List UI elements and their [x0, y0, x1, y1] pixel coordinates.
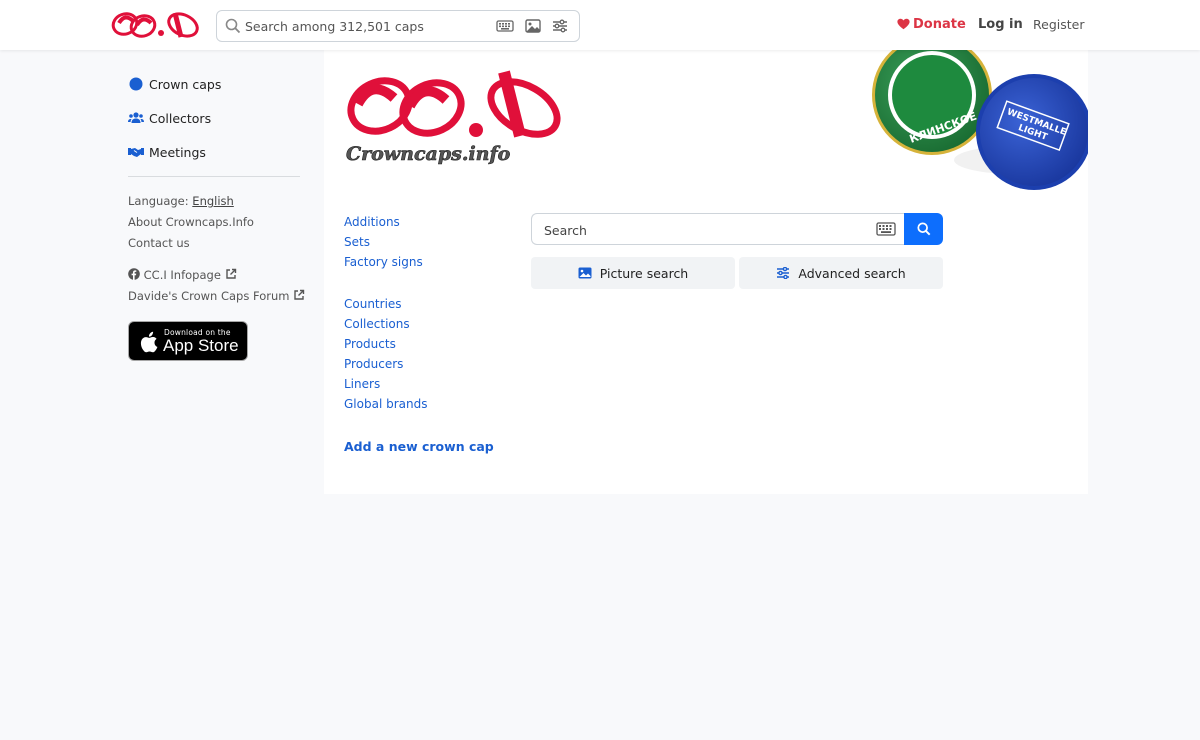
picture-search-button[interactable]: Picture search: [531, 257, 735, 289]
keyboard-icon[interactable]: [496, 18, 514, 34]
external-link-icon: [294, 289, 305, 300]
sidebar-item-meetings[interactable]: Meetings: [128, 142, 206, 162]
users-icon: [128, 111, 144, 125]
link-products[interactable]: Products: [344, 337, 396, 351]
keyboard-icon[interactable]: [876, 222, 896, 236]
top-navbar: Donate Log in Register: [0, 0, 1200, 50]
link-sets[interactable]: Sets: [344, 235, 370, 249]
main-panel: Crowncaps.info КЛИНСКОЕ WESTMALLE LIGHT …: [324, 40, 1088, 494]
donate-link[interactable]: Donate: [897, 17, 966, 32]
sidebar-item-label: Collectors: [149, 110, 212, 126]
sidebar-item-label: Meetings: [149, 144, 206, 160]
link-countries[interactable]: Countries: [344, 297, 402, 311]
crown-caps-image: КЛИНСКОЕ WESTMALLE LIGHT: [872, 40, 1088, 190]
main-search-input[interactable]: [544, 220, 864, 240]
search-icon: [225, 18, 241, 34]
forum-link[interactable]: Davide's Crown Caps Forum: [128, 289, 305, 303]
login-link[interactable]: Log in: [978, 17, 1023, 32]
external-link-icon: [225, 268, 236, 279]
sidebar-item-crown-caps[interactable]: Crown caps: [128, 74, 221, 94]
main-search-field[interactable]: [531, 213, 905, 245]
apple-icon: [140, 331, 158, 353]
sidebar-item-collectors[interactable]: Collectors: [128, 108, 211, 128]
link-additions[interactable]: Additions: [344, 215, 400, 229]
header-search-input[interactable]: [245, 15, 495, 37]
language-link[interactable]: English: [192, 194, 234, 208]
language-selector: Language: English: [128, 194, 234, 208]
picture-search-label: Picture search: [599, 265, 689, 281]
main-search-button[interactable]: [904, 213, 943, 245]
link-global-brands[interactable]: Global brands: [344, 397, 427, 411]
register-link[interactable]: Register: [1033, 17, 1084, 32]
advanced-search-label: Advanced search: [798, 265, 906, 281]
image-icon: [578, 267, 592, 279]
main-logo: Crowncaps.info: [346, 70, 561, 165]
add-crown-cap-link[interactable]: Add a new crown cap: [344, 439, 494, 454]
facebook-icon: [128, 268, 140, 280]
advanced-search-button[interactable]: Advanced search: [739, 257, 943, 289]
main-search-group: [531, 213, 943, 245]
about-link[interactable]: About Crowncaps.Info: [128, 215, 254, 229]
link-collections[interactable]: Collections: [344, 317, 410, 331]
language-prefix: Language:: [128, 194, 189, 208]
circle-icon: [128, 77, 144, 91]
link-liners[interactable]: Liners: [344, 377, 380, 391]
forum-label: Davide's Crown Caps Forum: [128, 289, 290, 303]
filter-sliders-icon[interactable]: [551, 18, 569, 34]
picture-search-icon[interactable]: [524, 18, 542, 34]
sliders-icon: [777, 267, 790, 279]
site-logo[interactable]: [111, 7, 201, 43]
infopage-label: CC.I Infopage: [143, 268, 221, 282]
infopage-link[interactable]: CC.I Infopage: [128, 268, 237, 282]
logo-tagline: Crowncaps.info: [346, 143, 511, 165]
handshake-icon: [128, 145, 144, 159]
header-search-box[interactable]: [216, 10, 580, 42]
app-store-badge[interactable]: Download on the App Store: [128, 321, 248, 361]
link-factory-signs[interactable]: Factory signs: [344, 255, 423, 269]
contact-link[interactable]: Contact us: [128, 236, 190, 250]
appstore-big-text: App Store: [163, 336, 239, 355]
search-icon: [916, 222, 930, 236]
sidebar-divider: [128, 176, 300, 177]
donate-label: Donate: [913, 17, 966, 32]
sidebar-item-label: Crown caps: [149, 76, 222, 92]
heart-icon: [897, 18, 910, 30]
link-producers[interactable]: Producers: [344, 357, 403, 371]
